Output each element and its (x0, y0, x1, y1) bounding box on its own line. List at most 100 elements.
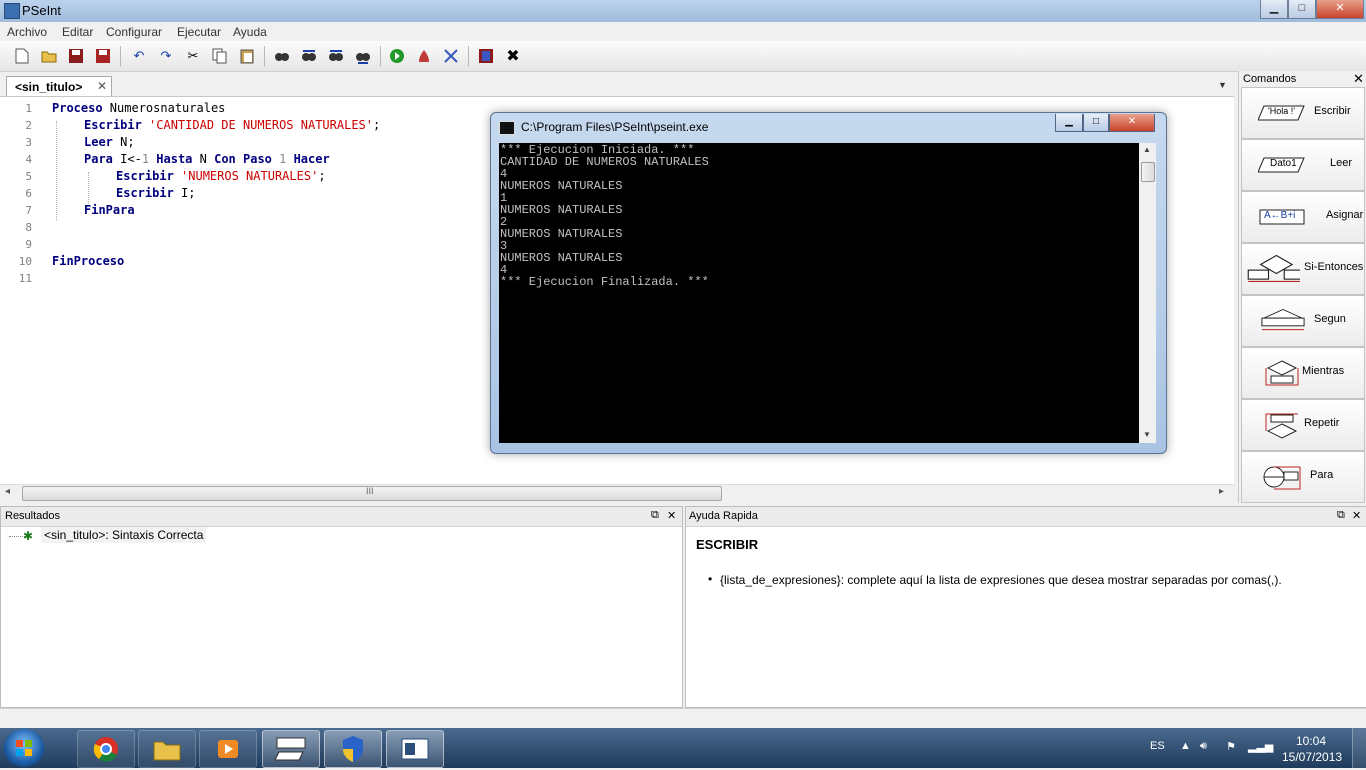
find-prev-icon[interactable] (300, 47, 318, 65)
console-line: CANTIDAD DE NUMEROS NATURALES (500, 155, 709, 169)
volume-icon[interactable]: 🔊︎ (1200, 740, 1207, 753)
console-maximize-button[interactable]: □ (1083, 114, 1109, 132)
results-title: Resultados (5, 510, 61, 522)
command-para-button[interactable]: Para (1241, 451, 1365, 503)
scroll-left-icon[interactable]: ◂ (5, 486, 10, 497)
line-number: 9 (25, 238, 32, 251)
keyword: Leer (84, 135, 113, 149)
line-number: 10 (18, 255, 32, 268)
scroll-down-icon[interactable]: ▼ (1143, 430, 1151, 439)
console-output[interactable]: *** Ejecucion Iniciada. *** CANTIDAD DE … (499, 143, 1139, 443)
code-text: ; (373, 118, 381, 132)
close-icon[interactable]: ✖ (504, 47, 522, 65)
command-mientras-button[interactable]: Mientras (1241, 347, 1365, 399)
undo-icon[interactable]: ↶ (130, 47, 148, 65)
command-label: Para (1310, 469, 1334, 481)
keyword: Con Paso (214, 152, 272, 166)
console-minimize-button[interactable]: ▁ (1055, 114, 1083, 132)
taskbar-explorer[interactable] (138, 730, 196, 768)
menu-ayuda[interactable]: Ayuda (233, 25, 267, 39)
code-text: I; (173, 186, 196, 200)
scrollbar-thumb[interactable]: III (22, 486, 722, 501)
close-window-button[interactable]: ✕ (1316, 0, 1364, 19)
command-icon-text: A←B+i (1264, 210, 1296, 221)
network-signal-icon[interactable]: ▂▃▅ (1248, 740, 1273, 753)
scroll-up-icon[interactable]: ▲ (1143, 145, 1151, 154)
result-item[interactable]: <sin_titulo>: Sintaxis Correcta (41, 527, 207, 543)
results-restore-icon[interactable]: ⧉ (651, 509, 659, 522)
code-line-3: Leer N; (84, 135, 135, 149)
console-close-button[interactable]: ✕ (1109, 114, 1155, 132)
taskbar-chrome[interactable] (77, 730, 135, 768)
command-repetir-button[interactable]: Repetir (1241, 399, 1365, 451)
console-window[interactable]: C:\Program Files\PSeInt\pseint.exe ▁ □ ✕… (490, 112, 1167, 454)
command-label: Repetir (1304, 417, 1340, 429)
while-loop-icon (1265, 360, 1299, 386)
clock-time[interactable]: 10:04 (1296, 734, 1326, 748)
taskbar-pseint[interactable] (262, 730, 320, 768)
console-line: NUMEROS NATURALES (500, 203, 623, 217)
commands-panel-close-icon[interactable]: ✕ (1353, 71, 1364, 87)
code-text: I<- (112, 152, 142, 166)
language-indicator[interactable]: ES (1150, 740, 1165, 752)
taskbar-uac[interactable] (324, 730, 382, 768)
save-as-icon[interactable] (94, 47, 112, 65)
paste-icon[interactable] (238, 47, 256, 65)
tab-dropdown-icon[interactable]: ▼ (1218, 80, 1227, 90)
indent-guide (56, 121, 57, 221)
command-escribir-button[interactable]: 'Hola !' Escribir (1241, 87, 1365, 139)
command-si-entonces-button[interactable]: Si-Entonces (1241, 243, 1365, 295)
new-file-icon[interactable] (13, 47, 31, 65)
editor-horizontal-scrollbar[interactable]: ◂ III ▸ (0, 484, 1234, 501)
command-leer-button[interactable]: Dato1 Leer (1241, 139, 1365, 191)
results-close-icon[interactable]: ✕ (667, 509, 676, 522)
taskbar-media-player[interactable] (199, 730, 257, 768)
copy-icon[interactable] (211, 47, 229, 65)
folder-icon (153, 741, 181, 761)
scroll-right-icon[interactable]: ▸ (1219, 486, 1224, 497)
results-pane: Resultados ⧉ ✕ ✱ <sin_titulo>: Sintaxis … (0, 506, 683, 708)
keyword: Para (84, 152, 113, 166)
menu-archivo[interactable]: Archivo (7, 25, 47, 39)
quick-help-pane: Ayuda Rapida ⧉ ✕ ESCRIBIR {lista_de_expr… (685, 506, 1366, 708)
action-center-flag-icon[interactable]: ⚑ (1226, 740, 1236, 753)
line-number: 7 (25, 204, 32, 217)
menu-editar[interactable]: Editar (62, 25, 93, 39)
debug-icon[interactable] (442, 47, 460, 65)
run-icon[interactable] (388, 47, 406, 65)
show-desktop-button[interactable] (1352, 728, 1366, 768)
find-icon[interactable] (273, 47, 291, 65)
scrollbar-thumb[interactable] (1141, 162, 1155, 182)
save-icon[interactable] (67, 47, 85, 65)
tab-close-icon[interactable]: ✕ (97, 79, 107, 93)
taskbar: ES ▲ 🔊︎ ⚑ ▂▃▅ 10:04 15/07/2013 (0, 728, 1366, 768)
tab-sin-titulo[interactable]: <sin_titulo> ✕ (6, 76, 112, 97)
window-title-bar[interactable]: PSeInt ▁ □ ✕ (0, 0, 1366, 22)
menu-configurar[interactable]: Configurar (106, 25, 162, 39)
command-label: Mientras (1302, 365, 1345, 377)
replace-icon[interactable] (354, 47, 372, 65)
taskbar-console[interactable] (386, 730, 444, 768)
help-icon[interactable] (477, 47, 495, 65)
help-restore-icon[interactable]: ⧉ (1337, 509, 1345, 522)
open-folder-icon[interactable] (40, 47, 58, 65)
keyword: Hasta (149, 152, 193, 166)
console-vertical-scrollbar[interactable]: ▲ ▼ (1139, 143, 1156, 443)
help-close-icon[interactable]: ✕ (1352, 509, 1361, 522)
step-run-icon[interactable] (415, 47, 433, 65)
command-segun-button[interactable]: Segun (1241, 295, 1365, 347)
redo-icon[interactable]: ↷ (157, 47, 175, 65)
code-line-10: FinProceso (52, 254, 124, 268)
show-hidden-icons-icon[interactable]: ▲ (1180, 740, 1191, 752)
menu-ejecutar[interactable]: Ejecutar (177, 25, 221, 39)
clock-date[interactable]: 15/07/2013 (1282, 750, 1342, 764)
find-next-icon[interactable] (327, 47, 345, 65)
help-heading: ESCRIBIR (696, 537, 759, 552)
code-line-1: Proceso Numerosnaturales (52, 101, 225, 115)
console-title: C:\Program Files\PSeInt\pseint.exe (521, 120, 709, 134)
start-button[interactable] (4, 729, 44, 767)
minimize-button[interactable]: ▁ (1260, 0, 1288, 19)
maximize-button[interactable]: □ (1288, 0, 1316, 19)
command-asignar-button[interactable]: A←B+i Asignar (1241, 191, 1365, 243)
cut-icon[interactable]: ✂ (184, 47, 202, 65)
